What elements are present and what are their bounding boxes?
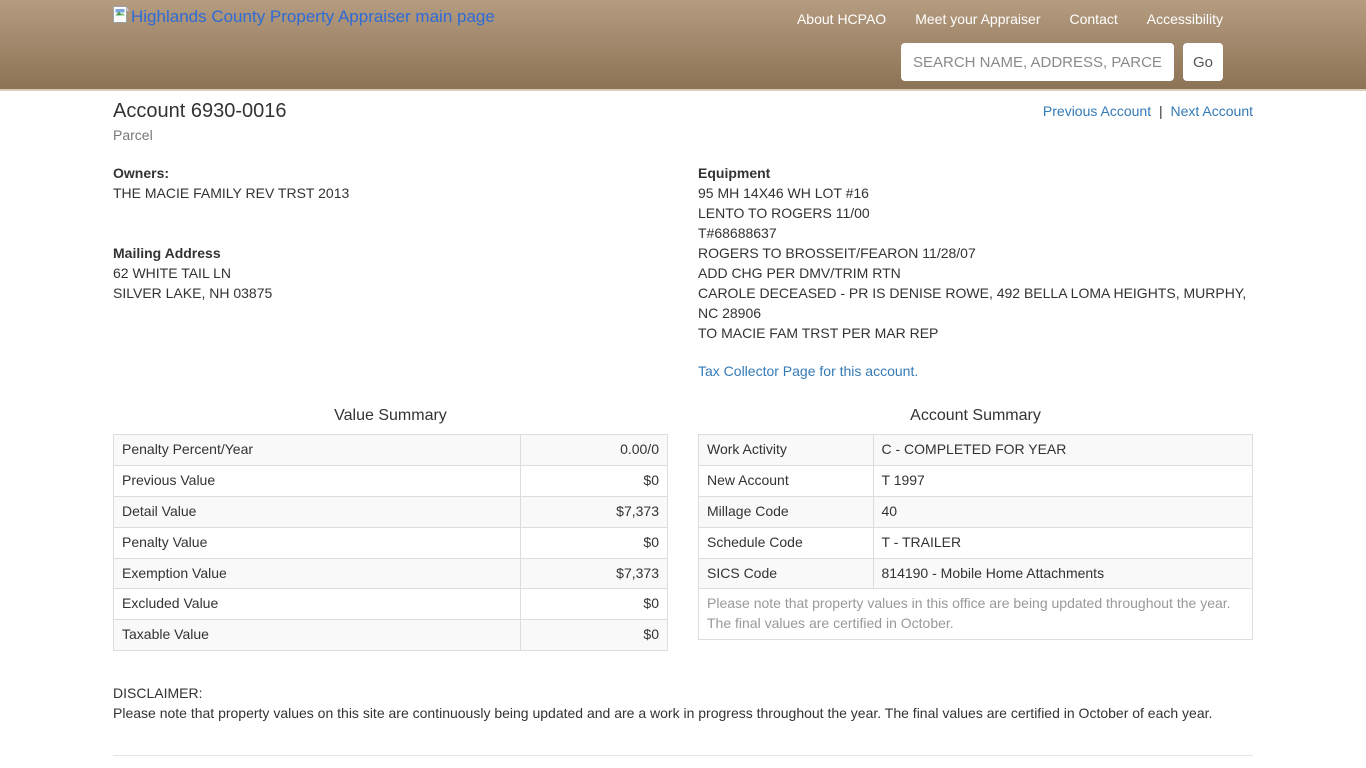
row-label: Previous Value xyxy=(114,465,521,496)
mailing-address-line: 62 WHITE TAIL LN xyxy=(113,263,683,283)
previous-account-link[interactable]: Previous Account xyxy=(1043,103,1151,119)
site-header: Highlands County Property Appraiser main… xyxy=(0,0,1366,91)
nav-meet-your-appraiser[interactable]: Meet your Appraiser xyxy=(915,11,1040,27)
search-go-button[interactable]: Go xyxy=(1183,43,1223,81)
disclaimer-text: Please note that property values on this… xyxy=(113,703,1253,723)
home-link[interactable]: Highlands County Property Appraiser main… xyxy=(113,7,495,27)
equipment-column: Equipment 95 MH 14X46 WH LOT #16 LENTO T… xyxy=(683,163,1253,379)
account-summary-table: Work Activity C - COMPLETED FOR YEAR New… xyxy=(698,434,1253,640)
footer-divider xyxy=(113,755,1253,756)
account-summary-note-row: Please note that property values in this… xyxy=(699,589,1253,640)
broken-image-icon xyxy=(113,6,129,24)
table-row: Work Activity C - COMPLETED FOR YEAR xyxy=(699,435,1253,466)
row-label: Penalty Percent/Year xyxy=(114,435,521,466)
table-row: Penalty Value $0 xyxy=(114,527,668,558)
nav-contact[interactable]: Contact xyxy=(1070,11,1118,27)
equipment-line: ROGERS TO BROSSEIT/FEARON 11/28/07 xyxy=(698,243,1253,263)
account-summary-section: Account Summary Work Activity C - COMPLE… xyxy=(698,407,1253,651)
row-value: $0 xyxy=(521,465,668,496)
account-summary-title: Account Summary xyxy=(698,407,1253,425)
table-row: Exemption Value $7,373 xyxy=(114,558,668,589)
row-label: Excluded Value xyxy=(114,589,521,620)
row-label: SICS Code xyxy=(699,558,874,589)
row-value: 814190 - Mobile Home Attachments xyxy=(873,558,1253,589)
row-label: Taxable Value xyxy=(114,620,521,651)
owner-column: Owners: THE MACIE FAMILY REV TRST 2013 M… xyxy=(113,163,683,379)
row-label: Detail Value xyxy=(114,496,521,527)
table-row: New Account T 1997 xyxy=(699,465,1253,496)
nav-accessibility[interactable]: Accessibility xyxy=(1147,11,1223,27)
owners-block: Owners: THE MACIE FAMILY REV TRST 2013 xyxy=(113,163,683,203)
row-value: $7,373 xyxy=(521,496,668,527)
equipment-line: CAROLE DECEASED - PR IS DENISE ROWE, 492… xyxy=(698,283,1253,323)
table-row: Excluded Value $0 xyxy=(114,589,668,620)
next-account-link[interactable]: Next Account xyxy=(1171,103,1254,119)
table-row: Schedule Code T - TRAILER xyxy=(699,527,1253,558)
equipment-heading: Equipment xyxy=(698,163,1253,183)
mailing-address-line: SILVER LAKE, NH 03875 xyxy=(113,283,683,303)
row-label: Work Activity xyxy=(699,435,874,466)
row-value: 40 xyxy=(873,496,1253,527)
row-value: $0 xyxy=(521,589,668,620)
row-value: $0 xyxy=(521,620,668,651)
disclaimer-block: DISCLAIMER: Please note that property va… xyxy=(113,683,1253,723)
page-title: Account 6930-0016 xyxy=(113,99,286,123)
row-value: T 1997 xyxy=(873,465,1253,496)
equipment-line: 95 MH 14X46 WH LOT #16 xyxy=(698,183,1253,203)
pager-separator: | xyxy=(1159,103,1163,119)
owner-name: THE MACIE FAMILY REV TRST 2013 xyxy=(113,183,683,203)
search-bar: Go xyxy=(901,43,1223,81)
row-value: 0.00/0 xyxy=(521,435,668,466)
row-label: Exemption Value xyxy=(114,558,521,589)
brand-label: Highlands County Property Appraiser main… xyxy=(131,7,495,27)
row-value: $0 xyxy=(521,527,668,558)
table-row: Taxable Value $0 xyxy=(114,620,668,651)
table-row: SICS Code 814190 - Mobile Home Attachmen… xyxy=(699,558,1253,589)
equipment-line: TO MACIE FAM TRST PER MAR REP xyxy=(698,323,1253,343)
mailing-address-heading: Mailing Address xyxy=(113,243,683,263)
row-label: Millage Code xyxy=(699,496,874,527)
table-row: Detail Value $7,373 xyxy=(114,496,668,527)
row-value: T - TRAILER xyxy=(873,527,1253,558)
table-row: Penalty Percent/Year 0.00/0 xyxy=(114,435,668,466)
disclaimer-heading: DISCLAIMER: xyxy=(113,683,1253,703)
tax-collector-link[interactable]: Tax Collector Page for this account. xyxy=(698,363,918,379)
table-row: Millage Code 40 xyxy=(699,496,1253,527)
row-value: $7,373 xyxy=(521,558,668,589)
account-summary-note: Please note that property values in this… xyxy=(699,589,1253,640)
equipment-line: T#68688637 xyxy=(698,223,1253,243)
equipment-line: LENTO TO ROGERS 11/00 xyxy=(698,203,1253,223)
row-label: Schedule Code xyxy=(699,527,874,558)
top-nav: About HCPAO Meet your Appraiser Contact … xyxy=(797,11,1223,27)
page-subtitle: Parcel xyxy=(113,127,286,143)
search-input[interactable] xyxy=(901,43,1174,81)
table-row: Previous Value $0 xyxy=(114,465,668,496)
account-pager: Previous Account | Next Account xyxy=(1043,99,1253,119)
main-content: Account 6930-0016 Parcel Previous Accoun… xyxy=(113,99,1253,768)
row-label: Penalty Value xyxy=(114,527,521,558)
value-summary-table: Penalty Percent/Year 0.00/0 Previous Val… xyxy=(113,434,668,651)
mailing-address-block: Mailing Address 62 WHITE TAIL LN SILVER … xyxy=(113,243,683,303)
row-label: New Account xyxy=(699,465,874,496)
row-value: C - COMPLETED FOR YEAR xyxy=(873,435,1253,466)
owners-heading: Owners: xyxy=(113,163,683,183)
value-summary-section: Value Summary Penalty Percent/Year 0.00/… xyxy=(113,407,668,651)
value-summary-title: Value Summary xyxy=(113,407,668,425)
equipment-line: ADD CHG PER DMV/TRIM RTN xyxy=(698,263,1253,283)
nav-about-hcpao[interactable]: About HCPAO xyxy=(797,11,886,27)
